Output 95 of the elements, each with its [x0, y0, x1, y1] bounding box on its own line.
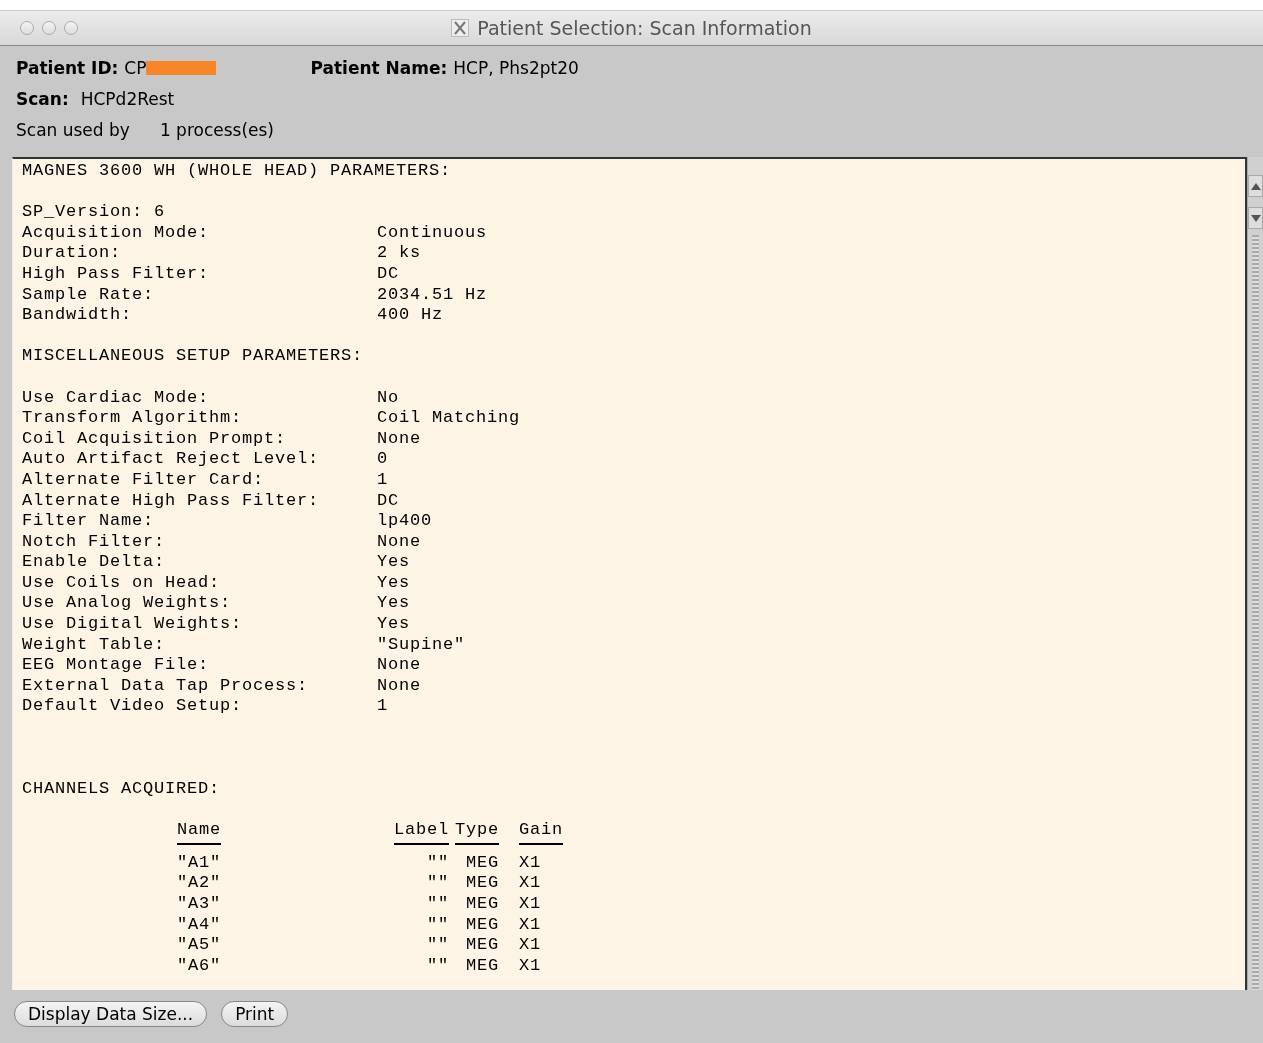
parameter-label: Auto Artifact Reject Level:: [22, 449, 320, 469]
action-button[interactable]: Display Data Size...: [14, 1001, 208, 1027]
parameter-label: Notch Filter:: [22, 531, 166, 551]
parameter-value: Continuous: [377, 222, 488, 244]
parameter-label: Duration:: [22, 243, 121, 263]
table-cell: X1: [519, 935, 541, 955]
column-header: Gain: [519, 820, 563, 845]
parameter-value: 2 ks: [377, 243, 421, 264]
scan-value: HCPd2Rest: [80, 88, 175, 109]
scroll-up-button[interactable]: [1248, 175, 1263, 197]
parameter-label: External Data Tap Process:: [22, 675, 309, 695]
column-header: Label: [394, 820, 449, 845]
table-cell: MEG: [466, 914, 499, 934]
parameter-label: Use Coils on Head:: [22, 572, 221, 592]
section-heading: MISCELLANEOUS SETUP PARAMETERS:: [22, 346, 365, 367]
parameter-value: None: [377, 428, 421, 450]
patient-id-label: Patient ID:: [16, 57, 119, 78]
used-by-value: 1 process(es): [159, 119, 274, 140]
scan-label: Scan:: [16, 88, 69, 109]
window-title: Patient Selection: Scan Information: [477, 17, 812, 39]
table-cell: X1: [519, 955, 541, 975]
window-control-button[interactable]: [20, 21, 34, 35]
parameter-value: Coil Matching: [377, 408, 521, 429]
table-cell: X1: [519, 873, 541, 893]
section-heading: CHANNELS ACQUIRED:: [22, 779, 222, 800]
parameter-value: 1: [377, 696, 388, 718]
table-cell: "A4": [177, 914, 221, 934]
up-arrow-icon: [1250, 182, 1261, 190]
parameter-label: Use Analog Weights:: [22, 593, 232, 613]
parameter-value: None: [377, 655, 421, 676]
window-control-button[interactable]: [42, 21, 56, 35]
table-cell: MEG: [466, 894, 499, 913]
table-cell: "A2": [177, 873, 221, 893]
parameter-label: Transform Algorithm:: [22, 408, 243, 428]
table-cell: MEG: [466, 852, 499, 872]
action-button[interactable]: Print: [221, 1001, 289, 1027]
parameter-label: Bandwidth:: [22, 305, 133, 325]
parameter-label: EEG Montage File:: [22, 655, 210, 675]
parameter-value: DC: [377, 263, 399, 285]
parameter-label: Weight Table:: [22, 634, 166, 654]
table-cell: MEG: [466, 873, 499, 893]
parameter-value: lp400: [377, 511, 432, 532]
parameter-label: Alternate Filter Card:: [22, 469, 265, 489]
table-cell: MEG: [466, 955, 499, 975]
table-cell: "A6": [177, 955, 221, 975]
scroll-down-button[interactable]: [1248, 207, 1263, 229]
parameter-label: Sample Rate:: [22, 284, 155, 304]
table-cell: X1: [519, 894, 541, 913]
table-cell: "": [427, 894, 449, 913]
scrollbar[interactable]: [1247, 157, 1263, 990]
parameter-label: Alternate High Pass Filter:: [22, 490, 320, 510]
patient-name-label: Patient Name:: [310, 57, 448, 78]
parameter-label: Enable Delta:: [22, 552, 166, 572]
patient-name-value: HCP, Phs2pt20: [453, 57, 579, 78]
table-cell: "": [427, 873, 449, 893]
parameter-label: Filter Name:: [22, 511, 155, 531]
parameter-value: Yes: [377, 572, 410, 594]
window-control-button[interactable]: [64, 21, 78, 35]
column-header: Name: [177, 820, 221, 845]
used-by-label: Scan used by: [16, 119, 130, 140]
patient-id-value: CP: [124, 57, 147, 78]
parameter-value: No: [377, 387, 399, 409]
section-heading: MAGNES 3600 WH (WHOLE HEAD) PARAMETERS:: [22, 161, 453, 182]
table-cell: "": [427, 955, 449, 975]
x11-icon: [451, 19, 470, 37]
parameter-value: 0: [377, 449, 388, 470]
parameter-value: Yes: [377, 614, 410, 635]
table-cell: "": [427, 914, 449, 934]
table-cell: MEG: [466, 935, 499, 955]
parameter-label: SP_Version:: [22, 202, 144, 223]
table-cell: "": [427, 852, 449, 872]
parameter-value: None: [377, 675, 421, 697]
table-cell: "A5": [177, 935, 221, 955]
parameter-label: Use Cardiac Mode:: [22, 387, 210, 407]
parameter-label: Default Video Setup:: [22, 696, 243, 716]
parameter-label: Use Digital Weights:: [22, 614, 243, 634]
parameter-value: DC: [377, 490, 399, 512]
parameter-value: 400 Hz: [377, 305, 443, 326]
parameter-label: Coil Acquisition Prompt:: [22, 428, 287, 448]
table-cell: X1: [519, 914, 541, 934]
parameter-value: None: [377, 531, 421, 553]
parameter-label: Acquisition Mode:: [22, 222, 210, 242]
parameter-label: High Pass Filter:: [22, 263, 210, 283]
table-cell: "A3": [177, 894, 221, 913]
parameter-value: 6: [154, 202, 166, 223]
down-arrow-icon: [1250, 214, 1261, 222]
table-cell: X1: [519, 852, 541, 872]
column-header: Type: [455, 820, 499, 845]
table-cell: "A1": [177, 852, 221, 872]
parameter-value: 2034.51 Hz: [377, 284, 488, 306]
parameter-value: 1: [377, 469, 388, 491]
parameter-value: Yes: [377, 552, 410, 573]
parameter-value: "Supine": [377, 634, 465, 656]
parameter-value: Yes: [377, 593, 410, 615]
table-cell: "": [427, 935, 449, 955]
